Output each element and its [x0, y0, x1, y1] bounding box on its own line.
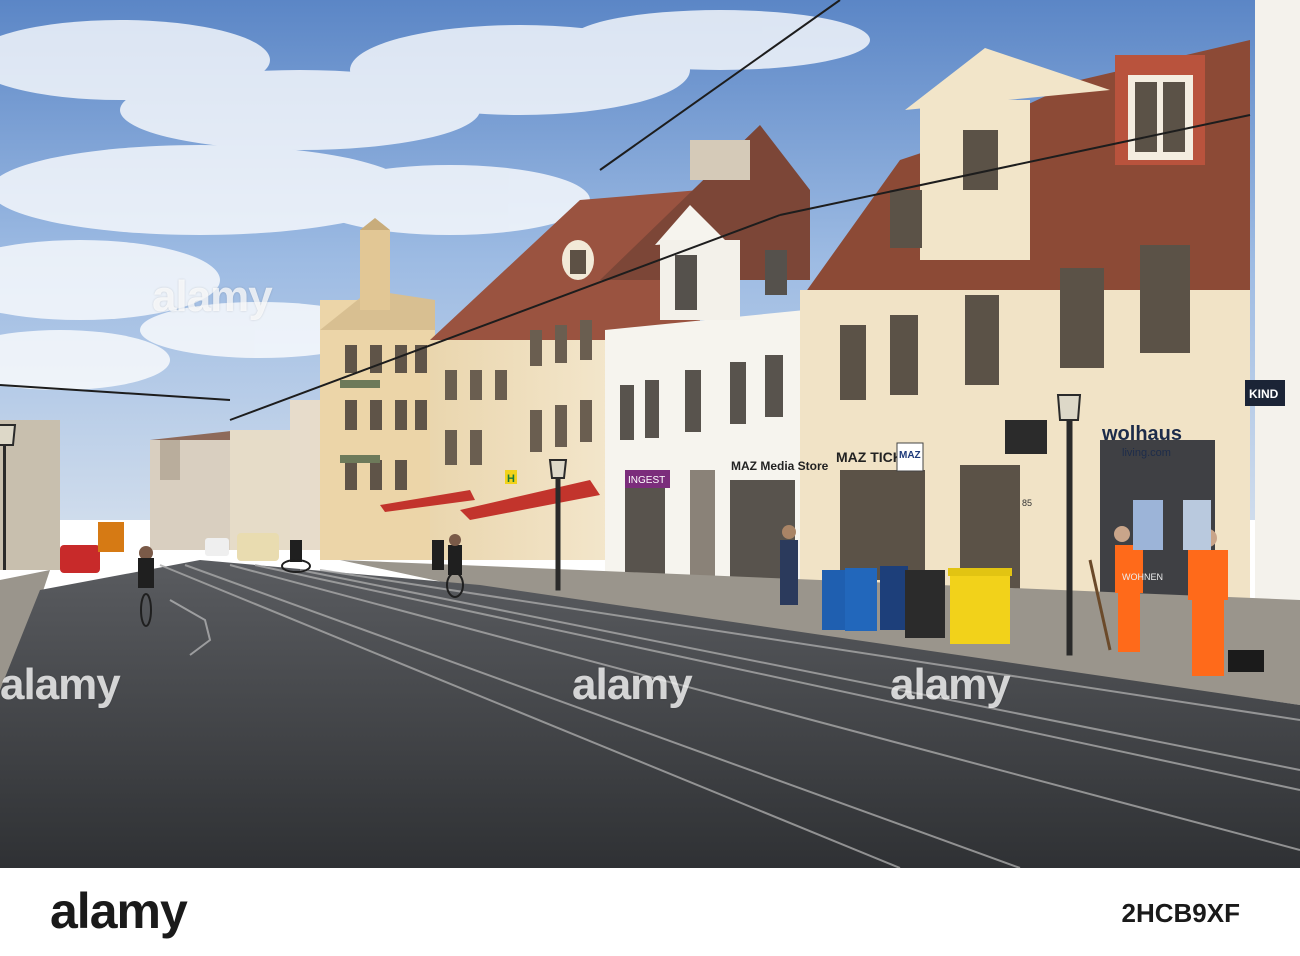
sign-kind: KIND	[1249, 387, 1279, 401]
watermark-top: alamy	[152, 272, 273, 321]
street-photo: MAZ TICKET MAZ MAZ Media Store wolhaus l…	[0, 0, 1300, 868]
photo-stage: MAZ TICKET MAZ MAZ Media Store wolhaus l…	[0, 0, 1300, 956]
watermark-right: alamy	[890, 660, 1011, 709]
sign-wohnen: WOHNEN	[1122, 572, 1163, 582]
sign-maz-media: MAZ Media Store	[731, 459, 829, 473]
sign-h-stop: H	[507, 473, 515, 485]
image-id: 2HCB9XF	[1121, 898, 1240, 928]
alamy-logo: alamy	[50, 883, 188, 939]
sign-wolhaus-sub: living.com	[1122, 447, 1171, 459]
sign-wolhaus: wolhaus	[1101, 423, 1182, 445]
watermark-left: alamy	[0, 660, 121, 709]
watermark-middle: alamy	[572, 660, 693, 709]
footer-bar: alamy 2HCB9XF	[0, 868, 1300, 956]
sign-maz-small: MAZ	[899, 450, 921, 461]
sign-ingest: INGEST	[628, 475, 665, 486]
sign-house-number: 85	[1022, 498, 1032, 508]
